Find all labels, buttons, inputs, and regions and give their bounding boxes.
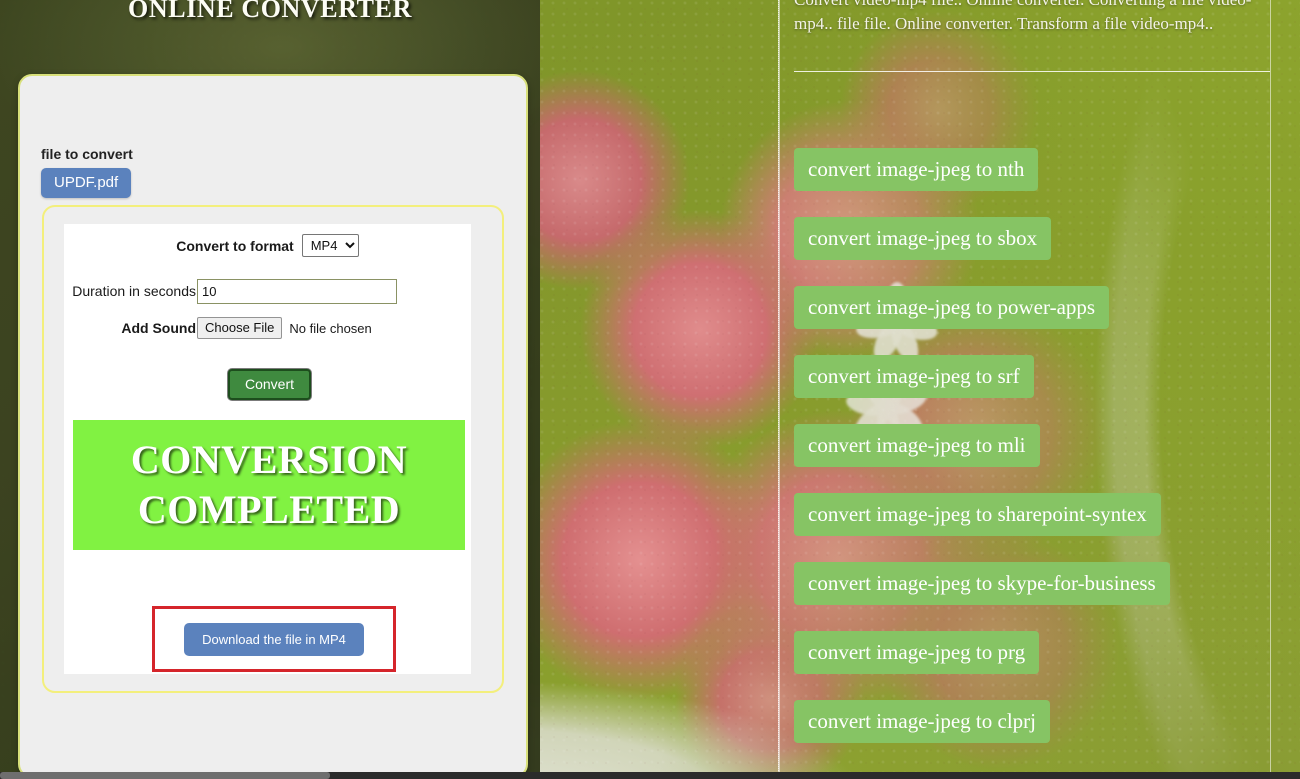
duration-row: Duration in seconds — [64, 279, 471, 304]
sidebar-horizontal-rule — [794, 71, 1270, 72]
list-item[interactable]: convert image-jpeg to sharepoint-syntex — [794, 493, 1161, 536]
page-title: ONLINE CONVERTER — [128, 0, 412, 23]
format-label: Convert to format — [176, 237, 294, 254]
sidebar-links-column: Convert video-mp4 file.. Online converte… — [778, 0, 1300, 779]
file-to-convert-label: file to convert — [41, 146, 133, 162]
sidebar-left-divider — [778, 0, 780, 779]
status-line-2: COMPLETED — [137, 487, 401, 532]
status-line-1: CONVERSION — [130, 437, 408, 482]
converter-card: file to convert UPDF.pdf Convert to form… — [18, 74, 528, 778]
format-select[interactable]: MP4 — [301, 234, 359, 257]
format-row: Convert to format MP4 — [64, 234, 471, 257]
list-item[interactable]: convert image-jpeg to skype-for-business — [794, 562, 1170, 605]
horizontal-scrollbar[interactable] — [0, 772, 1300, 779]
list-item[interactable]: convert image-jpeg to sbox — [794, 217, 1052, 260]
add-sound-row: Add Sound Choose File No file chosen — [64, 317, 471, 339]
converter-form-panel: Convert to format MP4 Duration in second… — [64, 224, 471, 674]
duration-label: Duration in seconds — [72, 283, 196, 299]
list-item[interactable]: convert image-jpeg to prg — [794, 631, 1040, 674]
list-item[interactable]: convert image-jpeg to clprj — [794, 700, 1050, 743]
duration-input[interactable] — [197, 279, 397, 304]
add-sound-label: Add Sound — [121, 320, 196, 336]
browser-page: ONLINE CONVERTER file to convert UPDF.pd… — [0, 0, 1300, 779]
list-item[interactable]: convert image-jpeg to nth — [794, 148, 1039, 191]
conversion-links-list: convert image-jpeg to nth convert image-… — [794, 148, 1294, 769]
list-item[interactable]: convert image-jpeg to mli — [794, 424, 1040, 467]
download-button[interactable]: Download the file in MP4 — [184, 622, 364, 656]
no-file-chosen-text: No file chosen — [289, 320, 372, 336]
list-item[interactable]: convert image-jpeg to power-apps — [794, 286, 1110, 329]
selected-file-chip[interactable]: UPDF.pdf — [41, 168, 132, 198]
choose-file-button[interactable]: Choose File — [197, 317, 283, 339]
download-highlight-box: Download the file in MP4 — [152, 606, 396, 672]
list-item[interactable]: convert image-jpeg to srf — [794, 355, 1034, 398]
convert-button[interactable]: Convert — [228, 369, 312, 400]
sidebar-description-text: Convert video-mp4 file.. Online converte… — [794, 0, 1251, 33]
scrollbar-thumb[interactable] — [0, 772, 330, 779]
conversion-status-banner: CONVERSION COMPLETED — [73, 420, 465, 550]
